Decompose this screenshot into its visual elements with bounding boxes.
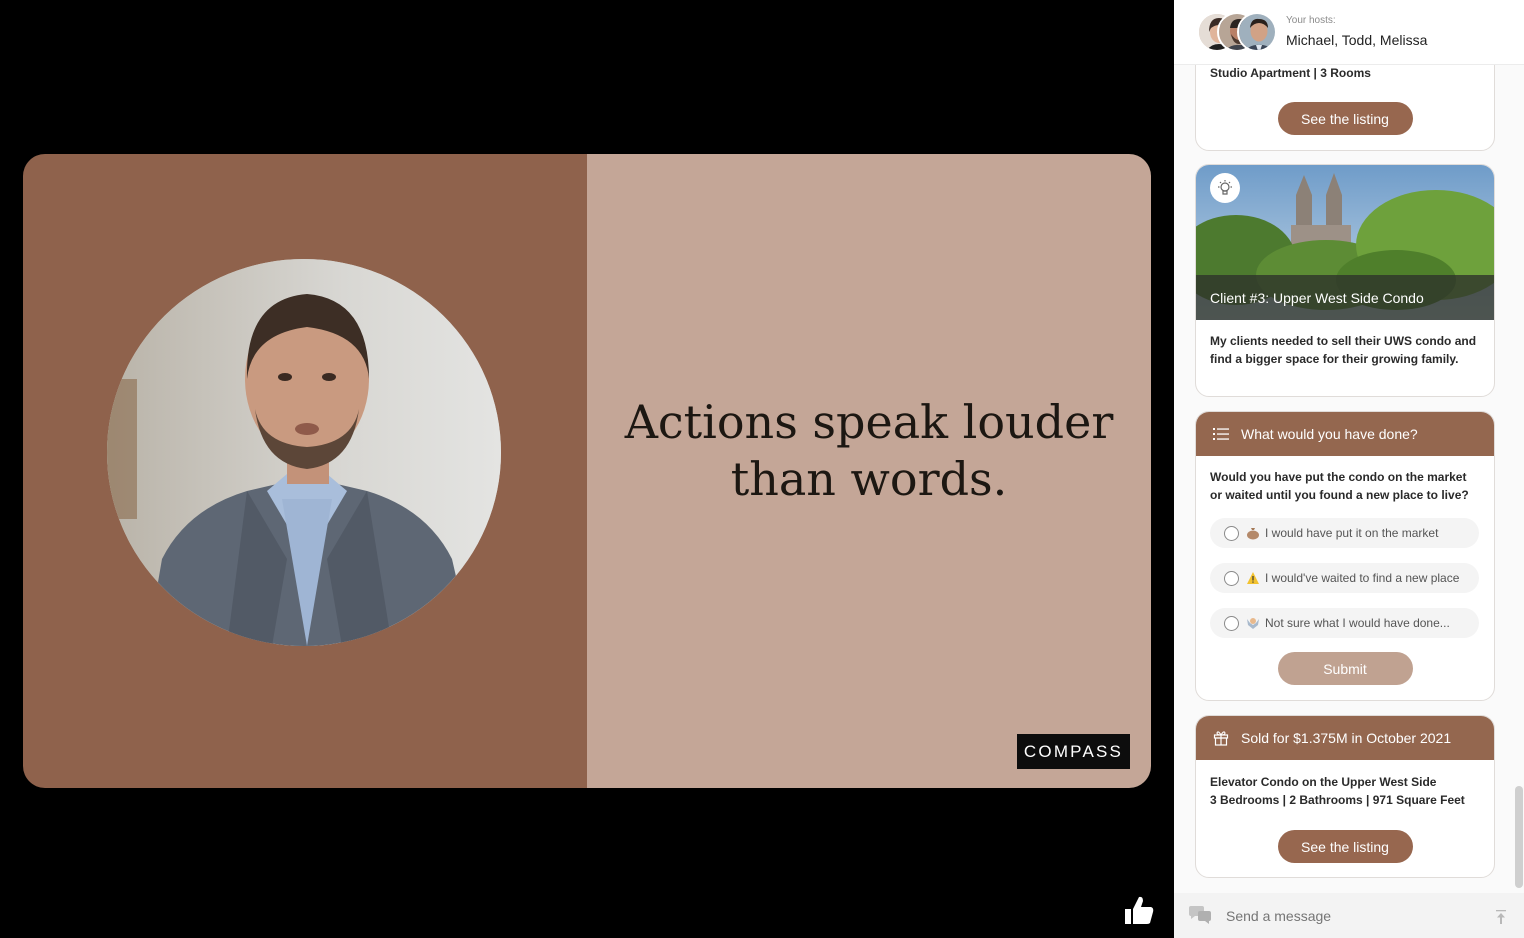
avatar (1237, 12, 1277, 52)
sold-line-2: 3 Bedrooms | 2 Bathrooms | 971 Square Fe… (1210, 792, 1465, 807)
poll-header: What would you have done? (1196, 412, 1494, 456)
radio-button[interactable] (1224, 570, 1239, 586)
presenter-video (107, 259, 501, 646)
poll-option[interactable]: I would've waited to find a new place (1210, 563, 1479, 593)
sold-header: Sold for $1.375M in October 2021 (1196, 716, 1494, 760)
poll-question: Would you have put the condo on the mark… (1210, 470, 1469, 502)
listing-card: Studio Apartment | 3 Rooms See the listi… (1195, 65, 1495, 151)
radio-button[interactable] (1224, 525, 1239, 541)
sold-line-1: Elevator Condo on the Upper West Side (1210, 775, 1437, 789)
lightbulb-icon (1210, 173, 1240, 203)
slide-right-panel: Actions speak louder than words. COMPASS (587, 154, 1151, 788)
sold-title: Sold for $1.375M in October 2021 (1241, 730, 1452, 746)
chat-sidebar: Your hosts: Michael, Todd, Melissa Studi… (1174, 0, 1524, 938)
poll-option[interactable]: Not sure what I would have done... (1210, 608, 1479, 638)
compass-logo: COMPASS (1017, 734, 1130, 769)
thumbs-up-icon[interactable] (1122, 894, 1156, 926)
video-stage: Actions speak louder than words. COMPASS (0, 0, 1174, 938)
slide: Actions speak louder than words. COMPASS (23, 154, 1151, 788)
listing-summary: Studio Apartment | 3 Rooms (1210, 66, 1371, 80)
poll-title: What would you have done? (1241, 426, 1418, 442)
warning-icon (1246, 571, 1260, 585)
story-card: Client #3: Upper West Side Condo My clie… (1195, 164, 1495, 397)
headline-line-1: Actions speak louder (624, 395, 1114, 449)
see-listing-button[interactable]: See the listing (1277, 830, 1413, 863)
message-composer (1174, 893, 1524, 938)
see-listing-button[interactable]: See the listing (1277, 102, 1413, 135)
poll-option[interactable]: I would have put it on the market (1210, 518, 1479, 548)
story-caption: Client #3: Upper West Side Condo (1196, 275, 1494, 320)
story-image: Client #3: Upper West Side Condo (1196, 165, 1494, 320)
list-icon (1212, 425, 1230, 443)
shrug-icon (1246, 616, 1260, 630)
send-icon[interactable] (1494, 909, 1508, 925)
sold-card: Sold for $1.375M in October 2021 Elevato… (1195, 715, 1495, 878)
submit-button[interactable]: Submit (1277, 652, 1413, 685)
money-bag-icon (1246, 526, 1260, 540)
headline-line-2: than words. (730, 452, 1008, 506)
radio-button[interactable] (1224, 615, 1239, 631)
feed-scrollbar[interactable] (1515, 786, 1523, 888)
host-avatars (1197, 12, 1279, 54)
slide-headline: Actions speak louder than words. (587, 394, 1151, 508)
poll-option-label: Not sure what I would have done... (1265, 616, 1450, 630)
poll-option-label: I would have put it on the market (1265, 526, 1439, 540)
chat-bubble-icon (1187, 905, 1213, 927)
poll-card: What would you have done? Would you have… (1195, 411, 1495, 701)
hosts-names: Michael, Todd, Melissa (1286, 32, 1428, 48)
story-body: My clients needed to sell their UWS cond… (1210, 334, 1477, 366)
gift-icon (1212, 729, 1230, 747)
hosts-caption: Your hosts: (1286, 15, 1336, 26)
message-feed[interactable]: Studio Apartment | 3 Rooms See the listi… (1174, 65, 1524, 893)
hosts-header: Your hosts: Michael, Todd, Melissa (1174, 0, 1524, 65)
poll-option-label: I would've waited to find a new place (1265, 571, 1460, 585)
message-input[interactable] (1226, 908, 1476, 924)
slide-left-panel (23, 154, 587, 788)
